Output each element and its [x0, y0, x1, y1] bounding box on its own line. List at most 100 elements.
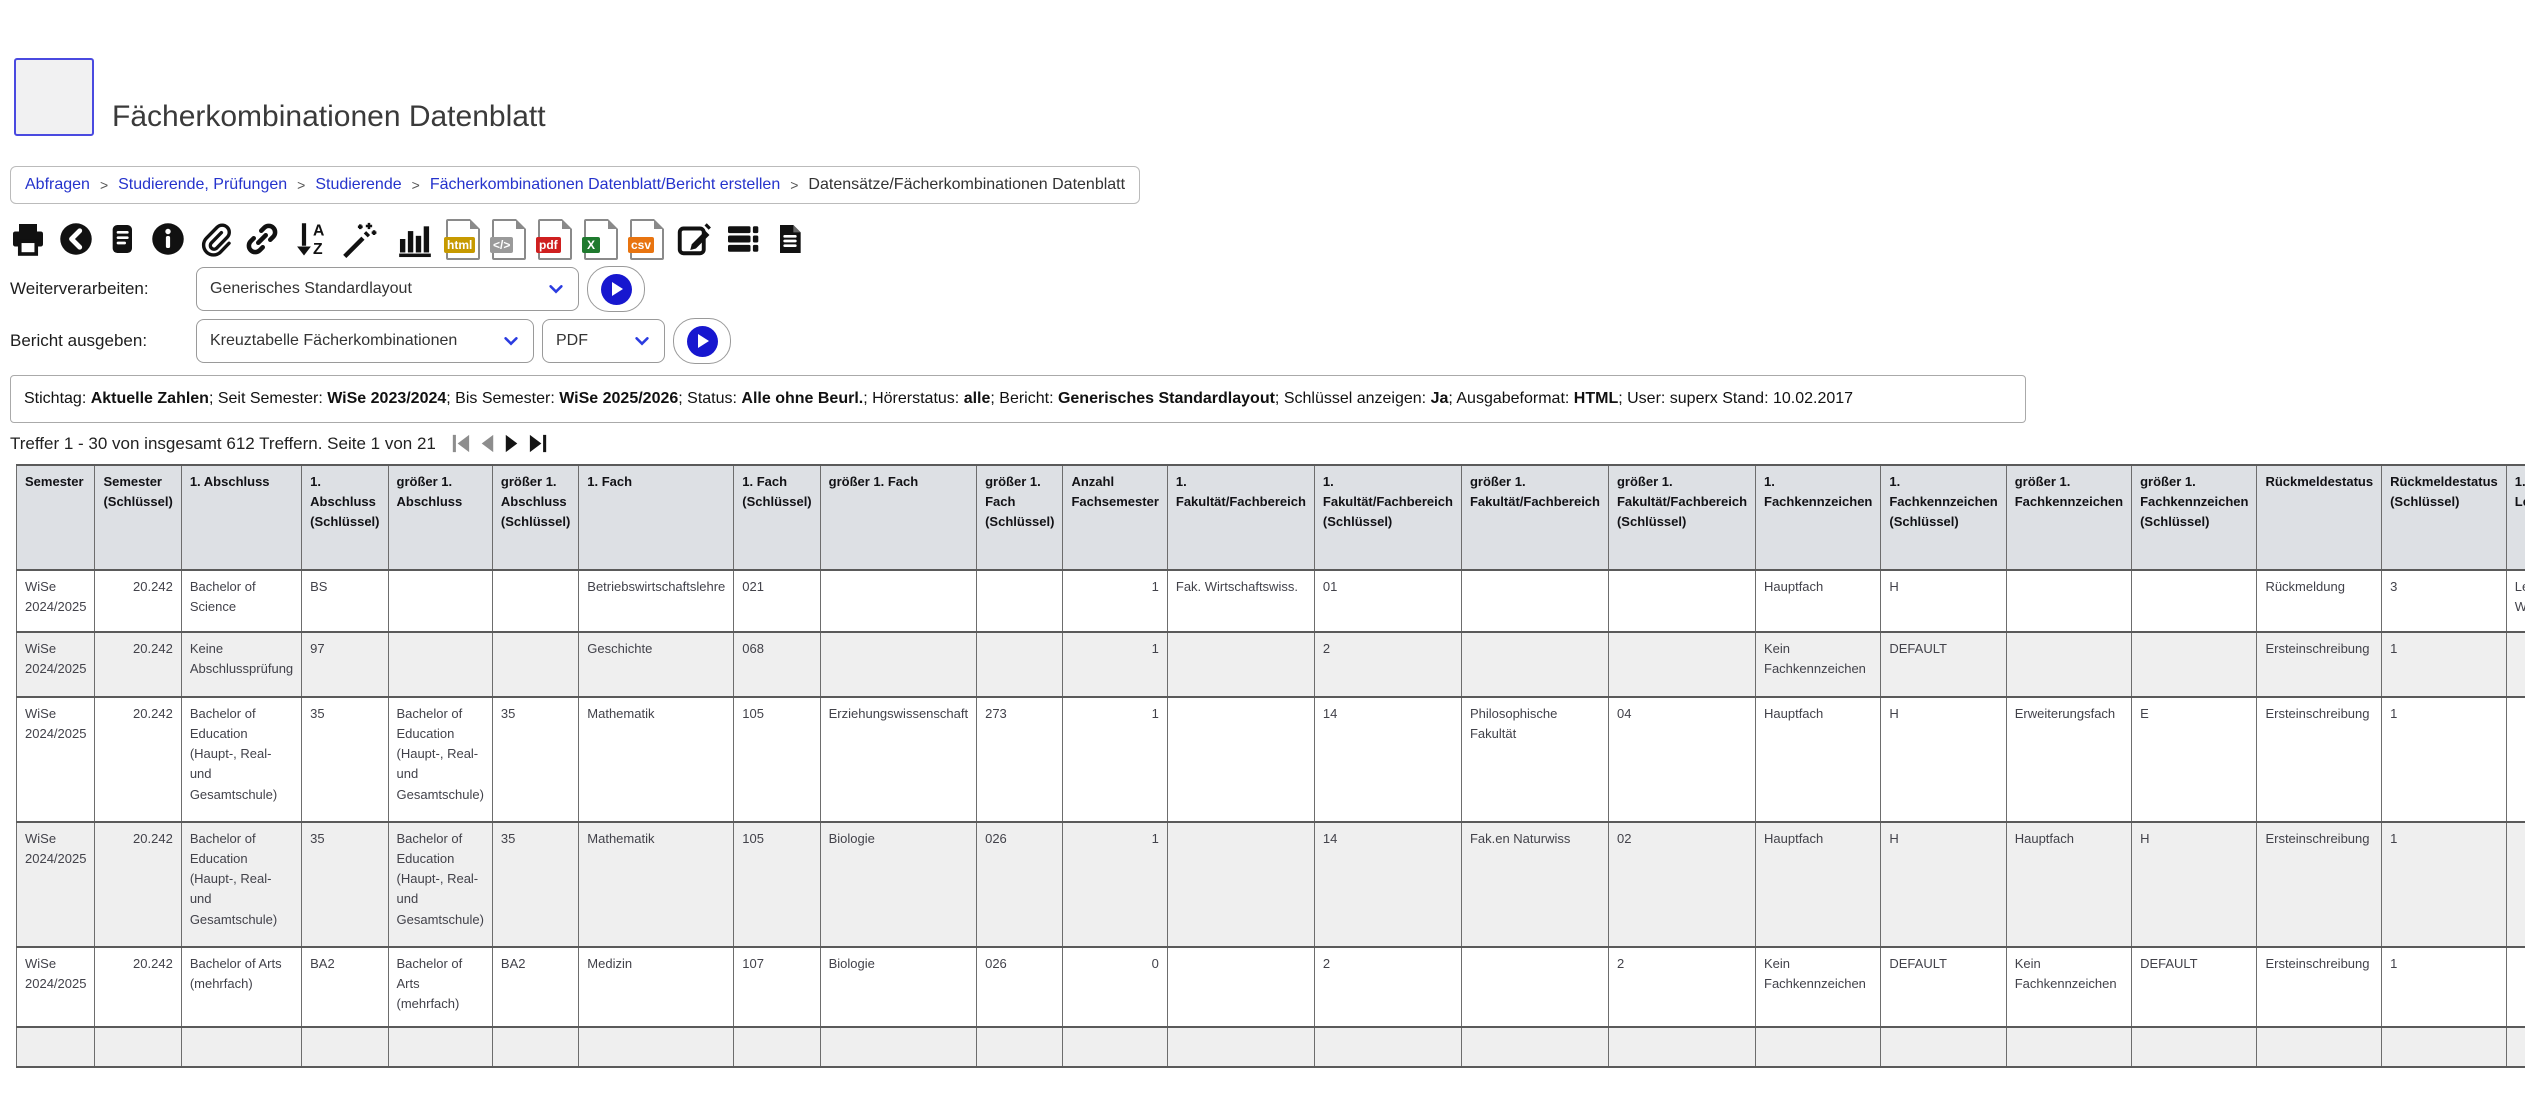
table-cell — [1167, 822, 1314, 947]
table-cell — [2506, 1027, 2525, 1067]
process-label: Weiterverarbeiten: — [10, 279, 196, 299]
table-cell: Biologie — [820, 947, 976, 1027]
results-table: SemesterSemester (Schlüssel)1. Abschluss… — [16, 464, 2525, 1068]
breadcrumb-link-studierende[interactable]: Studierende — [315, 176, 401, 194]
table-row: WiSe 2024/202520.242Bachelor of Arts (me… — [17, 947, 2525, 1027]
export-excel-label: X — [582, 237, 600, 253]
link-icon[interactable] — [244, 221, 280, 257]
table-cell — [1461, 947, 1608, 1027]
table-cell: 1 — [1063, 697, 1167, 822]
table-cell: 35 — [302, 822, 388, 947]
table-cell: Hauptfach — [1756, 822, 1881, 947]
export-xml-label: </> — [490, 237, 513, 253]
table-cell — [181, 1027, 301, 1067]
back-icon[interactable] — [58, 221, 94, 257]
table-cell: Bachelor of Science — [181, 570, 301, 632]
column-header: 1. Leh — [2506, 465, 2525, 570]
table-cell: 1 — [2382, 697, 2507, 822]
table-cell: Ersteinschreibung — [2257, 697, 2382, 822]
export-xml-icon[interactable]: </> — [492, 219, 526, 260]
table-row: WiSe 2024/202520.242Keine Abschlussprüfu… — [17, 632, 2525, 697]
table-cell — [1756, 1027, 1881, 1067]
chevron-down-icon — [633, 332, 651, 350]
page-header: Fächerkombinationen Datenblatt — [14, 58, 2525, 136]
breadcrumb-link-studierende-pruefungen[interactable]: Studierende, Prüfungen — [118, 176, 287, 194]
document-icon[interactable] — [774, 221, 806, 257]
format-select-value: PDF — [556, 332, 588, 350]
export-pdf-label: pdf — [536, 237, 561, 253]
edit-icon[interactable] — [676, 221, 712, 257]
table-cell — [1608, 570, 1755, 632]
table-cell: 14 — [1314, 697, 1461, 822]
attachment-icon[interactable] — [198, 221, 232, 257]
status-label: ; User: — [1618, 390, 1670, 407]
magic-wand-icon[interactable] — [340, 220, 378, 258]
report-select[interactable]: Kreuztabelle Fächerkombinationen — [196, 319, 534, 363]
table-cell: Kein Fachkennzeichen — [1756, 947, 1881, 1027]
results-line: Treffer 1 - 30 von insgesamt 612 Treffer… — [10, 432, 2525, 455]
table-cell: 021 — [734, 570, 820, 632]
records-icon[interactable] — [724, 221, 762, 257]
table-cell: Ersteinschreibung — [2257, 947, 2382, 1027]
table-cell: Hauptfach — [1756, 697, 1881, 822]
table-cell: 02 — [1608, 822, 1755, 947]
table-cell: 026 — [977, 822, 1063, 947]
table-cell: WiSe 2024/2025 — [17, 697, 95, 822]
column-header: 1. Fachkennzeichen (Schlüssel) — [1881, 465, 2006, 570]
table-cell: 1 — [2382, 947, 2507, 1027]
table-cell — [1167, 697, 1314, 822]
report-run-button[interactable] — [673, 318, 731, 364]
table-cell: Ersteinschreibung — [2257, 632, 2382, 697]
column-header: 1. Fakultät/Fachbereich — [1167, 465, 1314, 570]
column-header: Rückmeldestatus — [2257, 465, 2382, 570]
export-pdf-icon[interactable]: pdf — [538, 219, 572, 260]
table-cell: 20.242 — [95, 947, 181, 1027]
breadcrumb-link-bericht-erstellen[interactable]: Fächerkombinationen Datenblatt/Bericht e… — [430, 176, 780, 194]
status-value: Aktuelle Zahlen — [91, 390, 209, 407]
notes-icon[interactable] — [106, 221, 138, 257]
process-select[interactable]: Generisches Standardlayout — [196, 267, 579, 311]
print-icon[interactable] — [10, 221, 46, 257]
column-header: 1. Fach — [579, 465, 734, 570]
table-cell: Mathematik — [579, 822, 734, 947]
table-cell — [388, 632, 492, 697]
last-page-icon[interactable] — [527, 432, 550, 455]
table-cell: 107 — [734, 947, 820, 1027]
table-cell: Ersteinschreibung — [2257, 822, 2382, 947]
status-label: ; Seit Semester: — [209, 390, 327, 407]
table-cell: 1 — [2382, 632, 2507, 697]
sort-az-icon[interactable]: AZ — [292, 220, 328, 258]
page-title: Fächerkombinationen Datenblatt — [112, 100, 546, 134]
svg-text:A: A — [313, 222, 324, 239]
table-cell: 20.242 — [95, 697, 181, 822]
table-cell: Mathematik — [579, 697, 734, 822]
next-page-icon[interactable] — [501, 432, 524, 455]
export-csv-icon[interactable]: csv — [630, 219, 664, 260]
previous-page-icon[interactable] — [475, 432, 498, 455]
export-excel-icon[interactable]: X — [584, 219, 618, 260]
table-cell: DEFAULT — [2132, 947, 2257, 1027]
process-run-button[interactable] — [587, 266, 645, 312]
breadcrumb-link-abfragen[interactable]: Abfragen — [25, 176, 90, 194]
table-cell: WiSe 2024/2025 — [17, 947, 95, 1027]
format-select[interactable]: PDF — [542, 319, 665, 363]
pagination — [449, 432, 550, 455]
column-header: größer 1. Fakultät/Fachbereich (Schlüsse… — [1608, 465, 1755, 570]
table-cell: 01 — [1314, 570, 1461, 632]
first-page-icon[interactable] — [449, 432, 472, 455]
table-cell — [388, 570, 492, 632]
table-cell — [820, 1027, 976, 1067]
table-cell — [95, 1027, 181, 1067]
table-cell: H — [2132, 822, 2257, 947]
chart-icon[interactable] — [396, 220, 434, 258]
info-icon[interactable] — [150, 221, 186, 257]
play-icon — [687, 326, 718, 357]
breadcrumb-current: Datensätze/Fächerkombinationen Datenblat… — [808, 176, 1125, 194]
export-html-icon[interactable]: html — [446, 219, 480, 260]
column-header: Rückmeldestatus (Schlüssel) — [2382, 465, 2507, 570]
app-logo — [14, 58, 94, 136]
table-cell: Erweiterungsfach — [2006, 697, 2131, 822]
breadcrumb-separator: > — [790, 177, 798, 193]
column-header: 1. Abschluss (Schlüssel) — [302, 465, 388, 570]
column-header: größer 1. Fachkennzeichen — [2006, 465, 2131, 570]
